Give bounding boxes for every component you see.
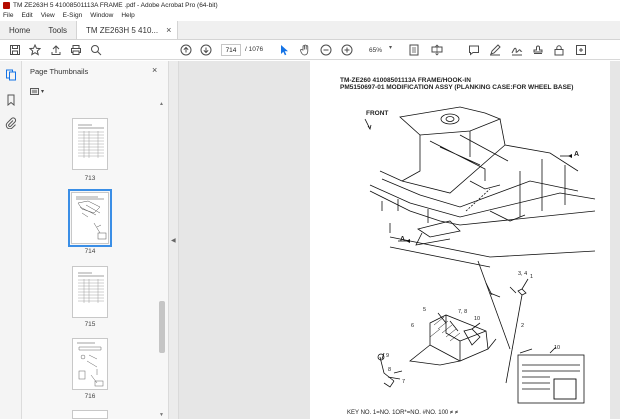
thumbnail-preview — [76, 196, 107, 240]
page-number-input[interactable]: 714 — [221, 44, 241, 56]
callout-label: 7, 8 — [458, 309, 468, 315]
tab-document[interactable]: TM ZE263H 5 410... × — [76, 21, 179, 39]
tab-home[interactable]: Home — [0, 21, 39, 39]
chevron-down-icon[interactable]: ▾ — [389, 44, 392, 51]
document-view[interactable]: TM-ZE260 41008501113A FRAME/HOOK-IN PM51… — [179, 61, 620, 419]
panel-title: Page Thumbnails — [30, 67, 89, 76]
thumbnail-preview — [78, 272, 104, 303]
save-icon[interactable] — [8, 43, 21, 56]
pdf-page: TM-ZE260 41008501113A FRAME/HOOK-IN PM51… — [310, 61, 610, 419]
page-total: / 1076 — [245, 46, 264, 53]
page-footer-text: KEY NO. 1=NO. 1OR*=NO. #NO. 100 ≠ ≠ — [347, 410, 459, 416]
sign-icon[interactable] — [510, 43, 523, 56]
comment-icon[interactable] — [467, 43, 480, 56]
select-cursor-icon[interactable] — [277, 43, 290, 56]
menu-help[interactable]: Help — [121, 12, 134, 19]
callout-label: 5 — [423, 307, 427, 313]
list-options-icon — [30, 88, 39, 95]
panel-scrollbar-thumb[interactable] — [159, 301, 165, 353]
thumbnail-preview — [77, 342, 104, 387]
technical-drawing — [364, 106, 596, 404]
more-tools-icon[interactable] — [574, 43, 587, 56]
panel-splitter[interactable]: ◀ — [168, 61, 179, 419]
chevron-down-icon: ▾ — [41, 89, 45, 95]
page-thumbnail[interactable] — [72, 266, 108, 318]
page-thumbnail[interactable] — [72, 410, 108, 419]
zoom-in-icon[interactable] — [340, 43, 353, 56]
thumbnail-page-label: 716 — [84, 393, 96, 400]
scroll-mode-icon[interactable] — [430, 43, 443, 56]
title-bar: TM ZE263H 5 41008501113A FRAME .pdf - Ad… — [0, 0, 620, 10]
thumbnail-options-button[interactable]: ▾ — [30, 86, 48, 97]
tab-tools[interactable]: Tools — [39, 21, 76, 39]
thumbnail-page-label: 713 — [84, 175, 96, 182]
page-thumbnails-icon[interactable] — [5, 69, 17, 81]
protect-icon[interactable] — [552, 43, 565, 56]
tab-document-label: TM ZE263H 5 410... — [86, 25, 159, 35]
page-thumbnail-selected[interactable] — [68, 189, 112, 247]
bookmarks-icon[interactable] — [5, 94, 17, 107]
menu-edit[interactable]: Edit — [21, 12, 32, 19]
callout-label: 6 — [411, 323, 415, 329]
menu-bar: File Edit View E-Sign Window Help — [0, 10, 620, 21]
thumbnail-page-label: 714 — [84, 248, 96, 255]
zoom-out-icon[interactable] — [319, 43, 332, 56]
callout-label: 2 — [521, 323, 525, 329]
tab-bar: Home Tools TM ZE263H 5 410... × — [0, 21, 620, 40]
callout-label: 9 — [386, 353, 390, 359]
section-a-label: A — [400, 236, 406, 243]
print-icon[interactable] — [69, 43, 82, 56]
section-a-label: A — [574, 151, 580, 158]
tab-close-icon[interactable]: × — [166, 25, 171, 35]
highlight-pen-icon[interactable] — [488, 43, 501, 56]
zoom-level-select[interactable]: 65% — [365, 44, 390, 56]
callout-label: 10 — [554, 345, 561, 351]
menu-view[interactable]: View — [41, 12, 55, 19]
menu-file[interactable]: File — [3, 12, 13, 19]
callout-label: 7 — [402, 379, 406, 385]
next-page-icon[interactable] — [199, 43, 212, 56]
hand-tool-icon[interactable] — [298, 43, 311, 56]
previous-page-icon[interactable] — [179, 43, 192, 56]
scroll-down-icon[interactable]: ▼ — [159, 412, 164, 418]
front-label: FRONT — [366, 110, 389, 117]
page-thumbnail[interactable] — [72, 118, 108, 170]
search-icon[interactable] — [89, 43, 102, 56]
left-navigation-rail — [0, 61, 22, 419]
fit-page-icon[interactable] — [407, 43, 420, 56]
menu-window[interactable]: Window — [90, 12, 113, 19]
callout-label: 8 — [388, 367, 392, 373]
bookmark-star-icon[interactable] — [28, 43, 41, 56]
callout-label: 10 — [474, 316, 481, 322]
acrobat-logo-icon — [3, 1, 10, 9]
page-thumbnails-panel: Page Thumbnails × ▾ 713 714 715 716 ▲ ▼ — [22, 61, 168, 419]
menu-esign[interactable]: E-Sign — [63, 12, 83, 19]
scroll-up-icon[interactable]: ▲ — [159, 101, 164, 107]
thumbnail-preview — [78, 124, 104, 158]
panel-scrollbar[interactable]: ▲ ▼ — [159, 101, 165, 419]
collapse-panel-icon[interactable]: ◀ — [171, 237, 176, 244]
thumbnail-page-label: 715 — [84, 321, 96, 328]
callout-label: 1 — [530, 274, 534, 280]
stamp-icon[interactable] — [531, 43, 544, 56]
toolbar: 714 / 1076 65% ▾ — [0, 40, 620, 60]
attachments-icon[interactable] — [5, 117, 17, 130]
panel-close-icon[interactable]: × — [152, 65, 157, 75]
page-thumbnail[interactable] — [72, 338, 108, 390]
callout-label: 3, 4 — [518, 271, 528, 277]
window-title: TM ZE263H 5 41008501113A FRAME .pdf - Ad… — [13, 1, 218, 9]
upload-icon[interactable] — [49, 43, 62, 56]
